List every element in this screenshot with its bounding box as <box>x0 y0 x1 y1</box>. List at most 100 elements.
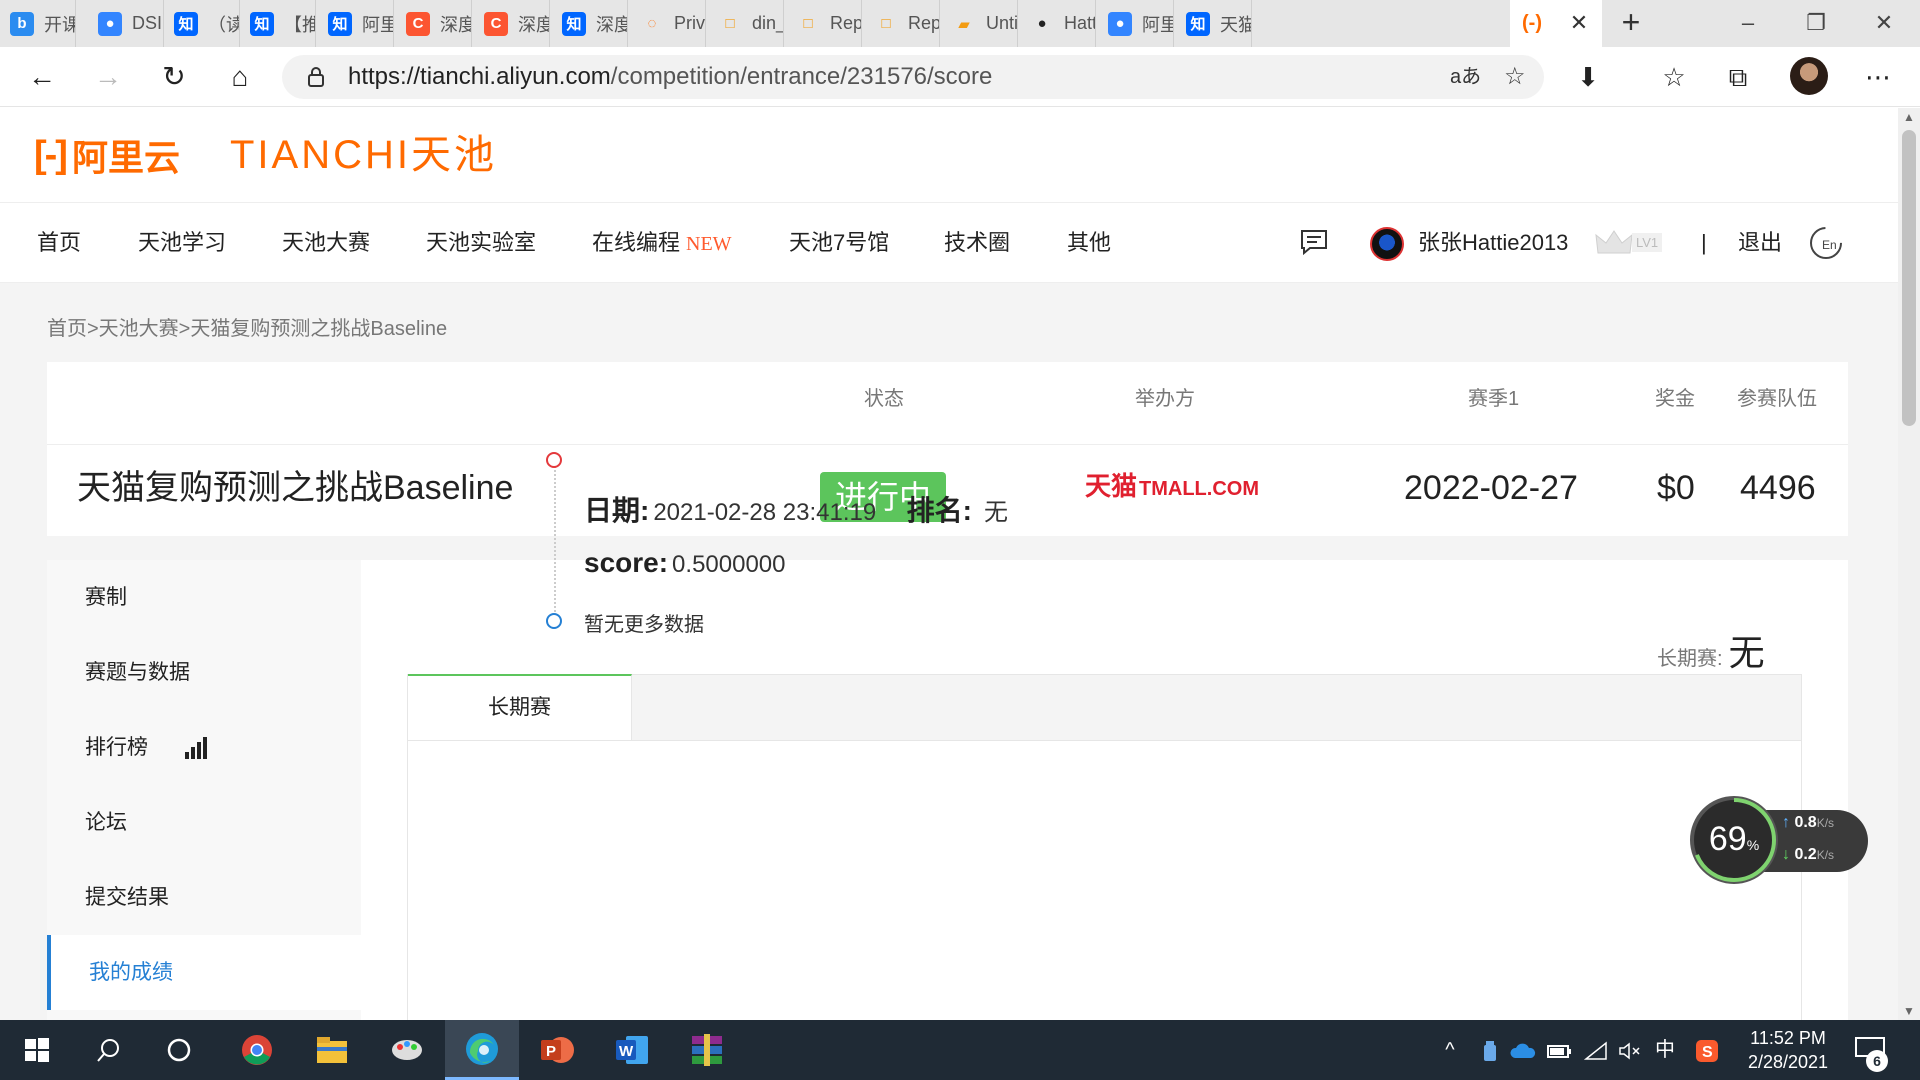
collections-icon[interactable]: ⧉ <box>1716 55 1760 99</box>
usage-percent-unit: % <box>1746 837 1760 853</box>
word-icon[interactable]: W <box>595 1020 669 1080</box>
season-date: 2022-02-27 <box>1404 469 1578 507</box>
volume-muted-icon[interactable] <box>1614 1020 1646 1080</box>
nav-home[interactable]: 首页 <box>37 203 81 283</box>
user-level-badge: LV1 <box>1632 233 1663 252</box>
prize-value: $0 <box>1657 469 1695 507</box>
browser-tab[interactable]: 知【推荐 <box>240 0 316 47</box>
book-icon: ▰ <box>958 15 970 33</box>
notification-count-badge: 6 <box>1866 1050 1888 1072</box>
lock-icon[interactable] <box>304 65 328 89</box>
ime-indicator[interactable]: 中 <box>1648 1020 1682 1080</box>
aliyun-logo[interactable]: [-] 阿里云 <box>34 132 180 179</box>
browser-tab[interactable]: ▰ Untit <box>942 0 1018 47</box>
message-icon[interactable] <box>1300 229 1328 255</box>
cortana-icon[interactable] <box>142 1020 216 1080</box>
close-tab-icon[interactable]: ✕ <box>1566 10 1592 36</box>
browser-tab[interactable]: □ din_s <box>708 0 784 47</box>
svg-text:S: S <box>1702 1044 1713 1061</box>
network-speed-widget[interactable]: 69% ↑ 0.8K/s ↓ 0.2K/s <box>1690 796 1870 884</box>
user-avatar[interactable] <box>1370 227 1404 261</box>
browser-tab[interactable]: 知阿里 <box>318 0 394 47</box>
browser-tab[interactable]: ● 阿里 <box>1098 0 1174 47</box>
breadcrumb[interactable]: 首页>天池大赛>天猫复购预测之挑战Baseline <box>47 312 447 341</box>
long-term-label: 长期赛: <box>1657 648 1723 670</box>
tianchi-logo[interactable]: TIANCHI天池 <box>230 132 497 178</box>
new-tab-button[interactable]: + <box>1614 6 1648 40</box>
browser-tab[interactable]: 知天猫 <box>1176 0 1252 47</box>
browser-tab[interactable]: C 深度 <box>474 0 550 47</box>
favorites-icon[interactable]: ☆ <box>1652 55 1696 99</box>
page-scrollbar[interactable]: ▲ ▼ <box>1898 108 1920 1020</box>
card-divider <box>47 444 1848 445</box>
language-switch-icon[interactable]: En <box>1808 225 1844 261</box>
browser-tab-label: 深度 <box>518 14 549 35</box>
browser-tab[interactable]: ● DSIN <box>88 0 164 47</box>
profile-avatar[interactable] <box>1790 57 1828 95</box>
nav-other[interactable]: 其他 <box>1067 203 1111 283</box>
chrome-icon[interactable] <box>220 1020 294 1080</box>
taskbar-clock[interactable]: 11:52 PM 2/28/2021 <box>1730 1026 1846 1074</box>
scroll-down-arrow-icon[interactable]: ▼ <box>1898 1004 1920 1018</box>
refresh-button[interactable]: ↻ <box>152 55 196 99</box>
browser-tab[interactable]: ◌ Priva <box>630 0 706 47</box>
logout-link[interactable]: 退出 <box>1738 203 1782 283</box>
url-text[interactable]: https://tianchi.aliyun.com/competition/e… <box>348 55 992 99</box>
nav-tianchi-lab[interactable]: 天池实验室 <box>426 203 536 283</box>
wifi-icon[interactable] <box>1580 1020 1612 1080</box>
download-speed: ↓ 0.2K/s <box>1782 846 1834 864</box>
browser-tab[interactable]: 知 （读 <box>164 0 240 47</box>
file-explorer-icon[interactable] <box>295 1020 369 1080</box>
winrar-icon[interactable] <box>670 1020 744 1080</box>
sidebar-item-submit[interactable]: 提交结果 <box>47 860 361 935</box>
browser-tab-strip: b开课●DSIN知（读知【推荐知阿里C深度C深度知深度◌Priva□din_s□… <box>0 0 1920 47</box>
user-name[interactable]: 张张Hattie2013 <box>1418 203 1568 283</box>
scroll-up-arrow-icon[interactable]: ▲ <box>1898 110 1920 124</box>
sidebar-item-my-score[interactable]: 我的成绩 <box>47 935 361 1010</box>
tab-long-term[interactable]: 长期赛 <box>408 674 632 741</box>
home-button[interactable]: ⌂ <box>218 55 262 99</box>
nav-tianchi-competition[interactable]: 天池大赛 <box>282 203 370 283</box>
read-aloud-icon[interactable]: aあ <box>1450 55 1481 99</box>
paint-app-icon[interactable] <box>370 1020 444 1080</box>
nav-tianchi-learn[interactable]: 天池学习 <box>138 203 226 283</box>
close-window-button[interactable]: ✕ <box>1864 6 1904 40</box>
address-bar[interactable]: https://tianchi.aliyun.com/competition/e… <box>282 55 1544 99</box>
sidebar-item-forum[interactable]: 论坛 <box>47 785 361 860</box>
sidebar-item-leaderboard[interactable]: 排行榜 <box>47 710 361 785</box>
show-hidden-icons-chevron-icon[interactable]: ^ <box>1434 1020 1466 1080</box>
forward-button[interactable]: → <box>86 55 130 99</box>
nav-online-coding[interactable]: 在线编程 NEW <box>592 203 732 284</box>
browser-tab[interactable]: ● Hatt <box>1020 0 1096 47</box>
edge-icon[interactable] <box>445 1020 519 1080</box>
onedrive-icon[interactable] <box>1506 1020 1540 1080</box>
browser-tab-label: Priva <box>674 13 705 33</box>
upload-speed: ↑ 0.8K/s <box>1782 814 1834 832</box>
download-speed-value: 0.2 <box>1794 846 1817 863</box>
sidebar-item-data[interactable]: 赛题与数据 <box>47 635 361 710</box>
scroll-thumb[interactable] <box>1902 130 1916 426</box>
powerpoint-icon[interactable]: P <box>520 1020 594 1080</box>
search-icon[interactable] <box>72 1020 146 1080</box>
minimize-button[interactable]: – <box>1728 6 1768 40</box>
download-icon[interactable]: ⬇ <box>1566 55 1610 99</box>
start-icon[interactable] <box>0 1020 74 1080</box>
browser-tab[interactable]: b 开课 <box>0 0 76 47</box>
browser-tab[interactable]: □ Repe <box>786 0 862 47</box>
usb-device-icon[interactable] <box>1474 1020 1506 1080</box>
back-button[interactable]: ← <box>20 55 64 99</box>
record-date-rank: 日期: 2021-02-28 23:41:19 排名: 无 <box>584 488 1008 539</box>
nav-tech-circle[interactable]: 技术圈 <box>944 203 1010 283</box>
add-favorite-icon[interactable]: ☆ <box>1504 55 1526 99</box>
main-nav: 首页 天池学习 天池大赛 天池实验室 在线编程 NEW 天池7号馆 技术圈 其他 … <box>0 203 1898 283</box>
browser-tab[interactable]: □ Repe <box>864 0 940 47</box>
browser-tab[interactable]: 知深度 <box>552 0 628 47</box>
battery-icon[interactable] <box>1544 1020 1576 1080</box>
sidebar-item-rules[interactable]: 赛制 <box>47 560 361 635</box>
browser-tab[interactable]: C 深度 <box>396 0 472 47</box>
sogou-input-icon[interactable]: S <box>1690 1020 1724 1080</box>
more-menu-icon[interactable]: ⋯ <box>1856 55 1900 99</box>
nav-tianchi-hall7[interactable]: 天池7号馆 <box>789 203 889 283</box>
upload-arrow-icon: ↑ <box>1782 814 1790 831</box>
restore-button[interactable]: ❐ <box>1796 6 1836 40</box>
